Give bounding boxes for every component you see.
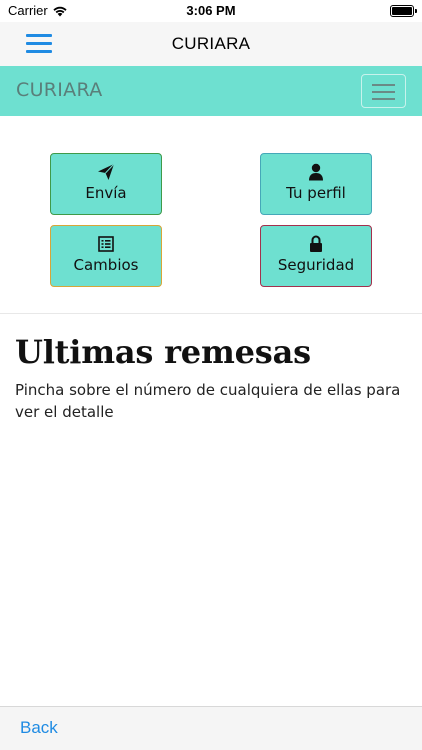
user-icon — [309, 163, 323, 181]
navbar-toggle-button[interactable] — [361, 74, 406, 108]
brand-name[interactable]: CURIARA — [16, 79, 103, 101]
toggle-bar — [372, 84, 395, 86]
send-button[interactable]: Envía — [50, 153, 162, 215]
security-button[interactable]: Seguridad — [260, 225, 372, 287]
back-button[interactable]: Back — [20, 718, 58, 738]
status-bar: Carrier 3:06 PM — [0, 0, 422, 22]
profile-button[interactable]: Tu perfil — [260, 153, 372, 215]
lock-icon — [310, 235, 322, 252]
send-label: Envía — [85, 184, 127, 202]
exchange-rates-button[interactable]: Cambios — [50, 225, 162, 287]
page-description: Pincha sobre el número de cualquiera de … — [15, 381, 401, 421]
exchange-label: Cambios — [73, 256, 139, 274]
paper-plane-icon — [98, 163, 115, 180]
security-label: Seguridad — [277, 256, 355, 274]
status-time: 3:06 PM — [186, 3, 236, 18]
site-header: CURIARA — [0, 66, 422, 116]
battery-icon — [390, 5, 417, 17]
action-panel: Envía Tu perfil Cambios Seguridad — [0, 116, 422, 314]
nav-title: CURIARA — [171, 34, 251, 53]
page-title: Ultimas remesas — [15, 333, 311, 371]
toggle-bar — [372, 91, 395, 93]
navigation-bar: CURIARA — [0, 22, 422, 66]
list-icon — [98, 236, 114, 252]
toggle-bar — [372, 98, 395, 100]
bottom-toolbar: Back — [0, 706, 422, 750]
profile-label: Tu perfil — [286, 184, 346, 202]
